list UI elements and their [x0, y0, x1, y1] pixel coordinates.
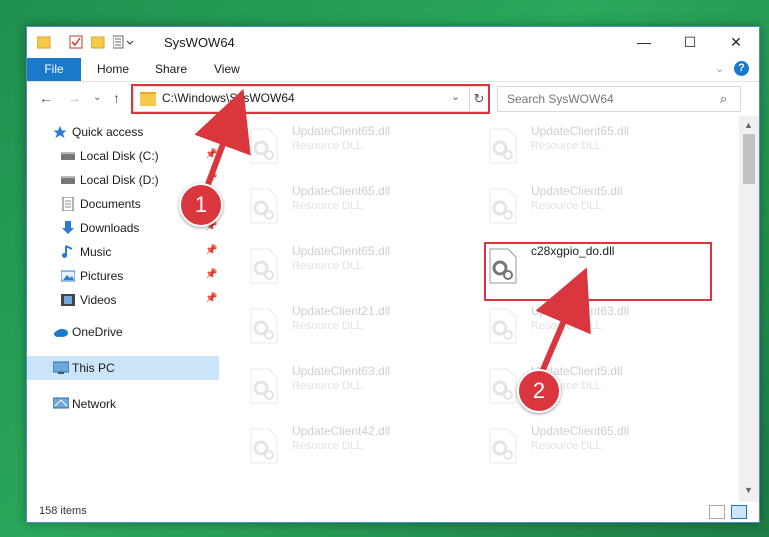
step-2-badge: 2	[517, 369, 561, 413]
annotation-arrows	[194, 88, 591, 374]
arrow-2	[535, 267, 591, 374]
arrow-1	[194, 88, 251, 189]
explorer-window: SysWOW64 — ☐ ✕ File Home Share View ⌄ ? …	[26, 26, 760, 523]
step-1-badge: 1	[179, 183, 223, 227]
